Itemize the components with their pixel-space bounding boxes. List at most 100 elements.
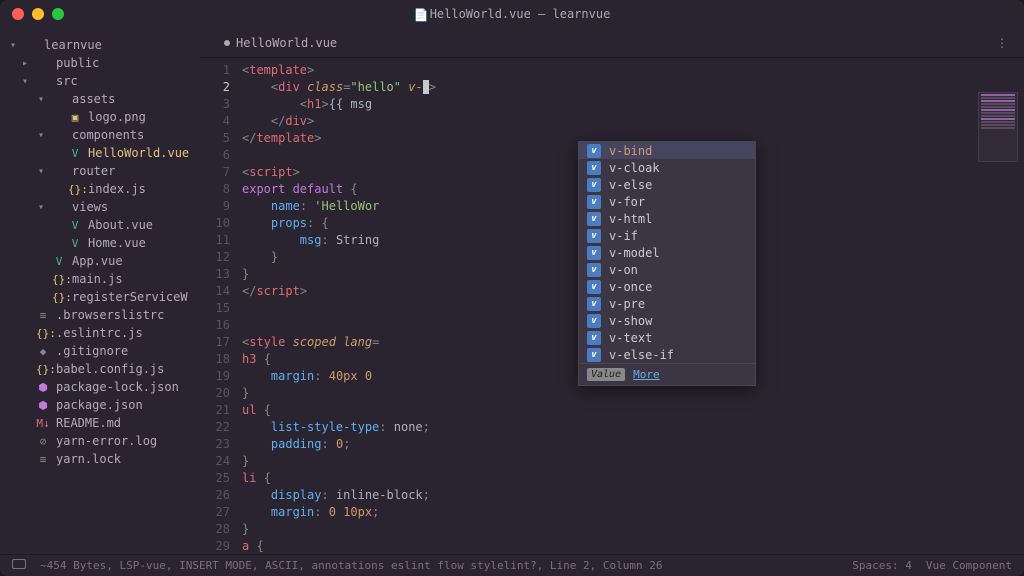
vue-directive-icon: v xyxy=(587,263,601,277)
vue-directive-icon: v xyxy=(587,348,601,362)
file-type-icon: ◆ xyxy=(36,345,50,358)
ac-item-v-pre[interactable]: vv-pre xyxy=(579,295,755,312)
tree-item-components[interactable]: ▾ components xyxy=(0,126,200,144)
file-type-icon: V xyxy=(68,219,82,232)
tree-item-yarn-lock[interactable]: ≡yarn.lock xyxy=(0,450,200,468)
tree-item-public[interactable]: ▸ public xyxy=(0,54,200,72)
minimap[interactable] xyxy=(978,92,1018,162)
tree-label: HelloWorld.vue xyxy=(88,146,189,160)
tree-label: main.js xyxy=(72,272,123,286)
vue-directive-icon: v xyxy=(587,297,601,311)
vue-directive-icon: v xyxy=(587,314,601,328)
file-type-icon: V xyxy=(52,255,66,268)
maximize-window-button[interactable] xyxy=(52,8,64,20)
ac-type-badge: Value xyxy=(587,368,625,381)
ac-item-v-for[interactable]: vv-for xyxy=(579,193,755,210)
tree-item-router[interactable]: ▾router xyxy=(0,162,200,180)
tree-item-logo-png[interactable]: ▣logo.png xyxy=(0,108,200,126)
tree-item-registerservicew[interactable]: {}:registerServiceW xyxy=(0,288,200,306)
tab-label: HelloWorld.vue xyxy=(236,36,337,50)
file-type-icon: {}: xyxy=(36,327,50,340)
more-menu-button[interactable]: ⋮ xyxy=(996,36,1008,50)
tree-item-home-vue[interactable]: VHome.vue xyxy=(0,234,200,252)
chevron-icon: ▾ xyxy=(38,202,48,213)
tree-item-learnvue[interactable]: ▾learnvue xyxy=(0,36,200,54)
tree-item-assets[interactable]: ▾ assets xyxy=(0,90,200,108)
status-lang[interactable]: Vue Component xyxy=(926,559,1012,572)
tree-item-src[interactable]: ▾ src xyxy=(0,72,200,90)
tree-label: yarn.lock xyxy=(56,452,121,466)
file-type-icon: V xyxy=(68,147,82,160)
file-icon: 📄 xyxy=(414,8,424,20)
ac-item-v-else[interactable]: vv-else xyxy=(579,176,755,193)
tree-item-main-js[interactable]: {}:main.js xyxy=(0,270,200,288)
ac-footer: Value More xyxy=(579,363,755,385)
vue-directive-icon: v xyxy=(587,331,601,345)
tree-label: index.js xyxy=(88,182,146,196)
ac-item-v-cloak[interactable]: vv-cloak xyxy=(579,159,755,176)
editor-window: 📄 HelloWorld.vue — learnvue ▾learnvue ▸ pu… xyxy=(0,0,1024,576)
ac-item-v-model[interactable]: vv-model xyxy=(579,244,755,261)
file-type-icon: V xyxy=(68,237,82,250)
file-type-icon: ⬢ xyxy=(36,399,50,412)
tree-item-package-lock-json[interactable]: ⬢package-lock.json xyxy=(0,378,200,396)
tree-item-package-json[interactable]: ⬢ package.json xyxy=(0,396,200,414)
autocomplete-popup[interactable]: vv-bindvv-cloakvv-elsevv-forvv-htmlvv-if… xyxy=(578,141,756,386)
vue-directive-icon: v xyxy=(587,178,601,192)
tree-label: router xyxy=(72,164,115,178)
tree-label: components xyxy=(72,128,144,142)
vue-directive-icon: v xyxy=(587,229,601,243)
modified-dot-icon xyxy=(224,40,230,46)
chevron-icon: ▸ xyxy=(22,58,32,69)
chevron-icon: ▾ xyxy=(38,130,48,141)
file-tree-sidebar[interactable]: ▾learnvue ▸ public ▾ src ▾ assets ▣logo.png ▾ com… xyxy=(0,28,200,554)
file-type-icon: ▣ xyxy=(68,111,82,124)
status-spaces[interactable]: Spaces: 4 xyxy=(852,559,912,572)
ac-item-v-html[interactable]: vv-html xyxy=(579,210,755,227)
tree-label: package.json xyxy=(56,398,143,412)
tree-label: views xyxy=(72,200,108,214)
vue-directive-icon: v xyxy=(587,280,601,294)
ac-item-v-on[interactable]: vv-on xyxy=(579,261,755,278)
tree-item--eslintrc-js[interactable]: {}:.eslintrc.js xyxy=(0,324,200,342)
code-editor[interactable]: 1234567891011121314151617181920212223242… xyxy=(200,58,1024,554)
vue-directive-icon: v xyxy=(587,246,601,260)
tree-label: package-lock.json xyxy=(56,380,179,394)
tree-item--browserslistrc[interactable]: ≡.browserslistrc xyxy=(0,306,200,324)
tree-item-babel-config-js[interactable]: {}: babel.config.js xyxy=(0,360,200,378)
tree-item-yarn-error-log[interactable]: ⊘yarn-error.log xyxy=(0,432,200,450)
minimize-window-button[interactable] xyxy=(32,8,44,20)
tree-item-readme-md[interactable]: M↓README.md xyxy=(0,414,200,432)
status-bar: ~454 Bytes, LSP-vue, INSERT MODE, ASCII,… xyxy=(0,554,1024,576)
tree-item--gitignore[interactable]: ◆.gitignore xyxy=(0,342,200,360)
ac-item-v-show[interactable]: vv-show xyxy=(579,312,755,329)
chevron-icon: ▾ xyxy=(22,76,32,87)
ac-item-v-text[interactable]: vv-text xyxy=(579,329,755,346)
traffic-lights xyxy=(12,8,64,20)
ac-item-v-else-if[interactable]: vv-else-if xyxy=(579,346,755,363)
title-text: HelloWorld.vue — learnvue xyxy=(430,7,611,21)
tree-item-about-vue[interactable]: VAbout.vue xyxy=(0,216,200,234)
tree-label: README.md xyxy=(56,416,121,430)
ac-item-v-once[interactable]: vv-once xyxy=(579,278,755,295)
ac-item-v-if[interactable]: vv-if xyxy=(579,227,755,244)
content-area: ▾learnvue ▸ public ▾ src ▾ assets ▣logo.png ▾ com… xyxy=(0,28,1024,554)
file-type-icon: ≡ xyxy=(36,309,50,322)
tree-label: src xyxy=(56,74,78,88)
window-title: 📄 HelloWorld.vue — learnvue xyxy=(414,7,611,21)
tree-label: assets xyxy=(72,92,115,106)
tree-label: public xyxy=(56,56,99,70)
tab-helloworld[interactable]: HelloWorld.vue xyxy=(208,30,353,56)
tree-item-app-vue[interactable]: VApp.vue xyxy=(0,252,200,270)
tree-label: babel.config.js xyxy=(56,362,164,376)
chevron-icon: ▾ xyxy=(10,40,20,51)
tree-item-helloworld-vue[interactable]: V HelloWorld.vue xyxy=(0,144,200,162)
file-type-icon: {}: xyxy=(36,363,50,376)
tree-item-views[interactable]: ▾ views xyxy=(0,198,200,216)
vue-directive-icon: v xyxy=(587,212,601,226)
close-window-button[interactable] xyxy=(12,8,24,20)
tree-item-index-js[interactable]: {}:index.js xyxy=(0,180,200,198)
ac-more-link[interactable]: More xyxy=(633,368,660,381)
ac-item-v-bind[interactable]: vv-bind xyxy=(579,142,755,159)
chevron-icon: ▾ xyxy=(38,94,48,105)
